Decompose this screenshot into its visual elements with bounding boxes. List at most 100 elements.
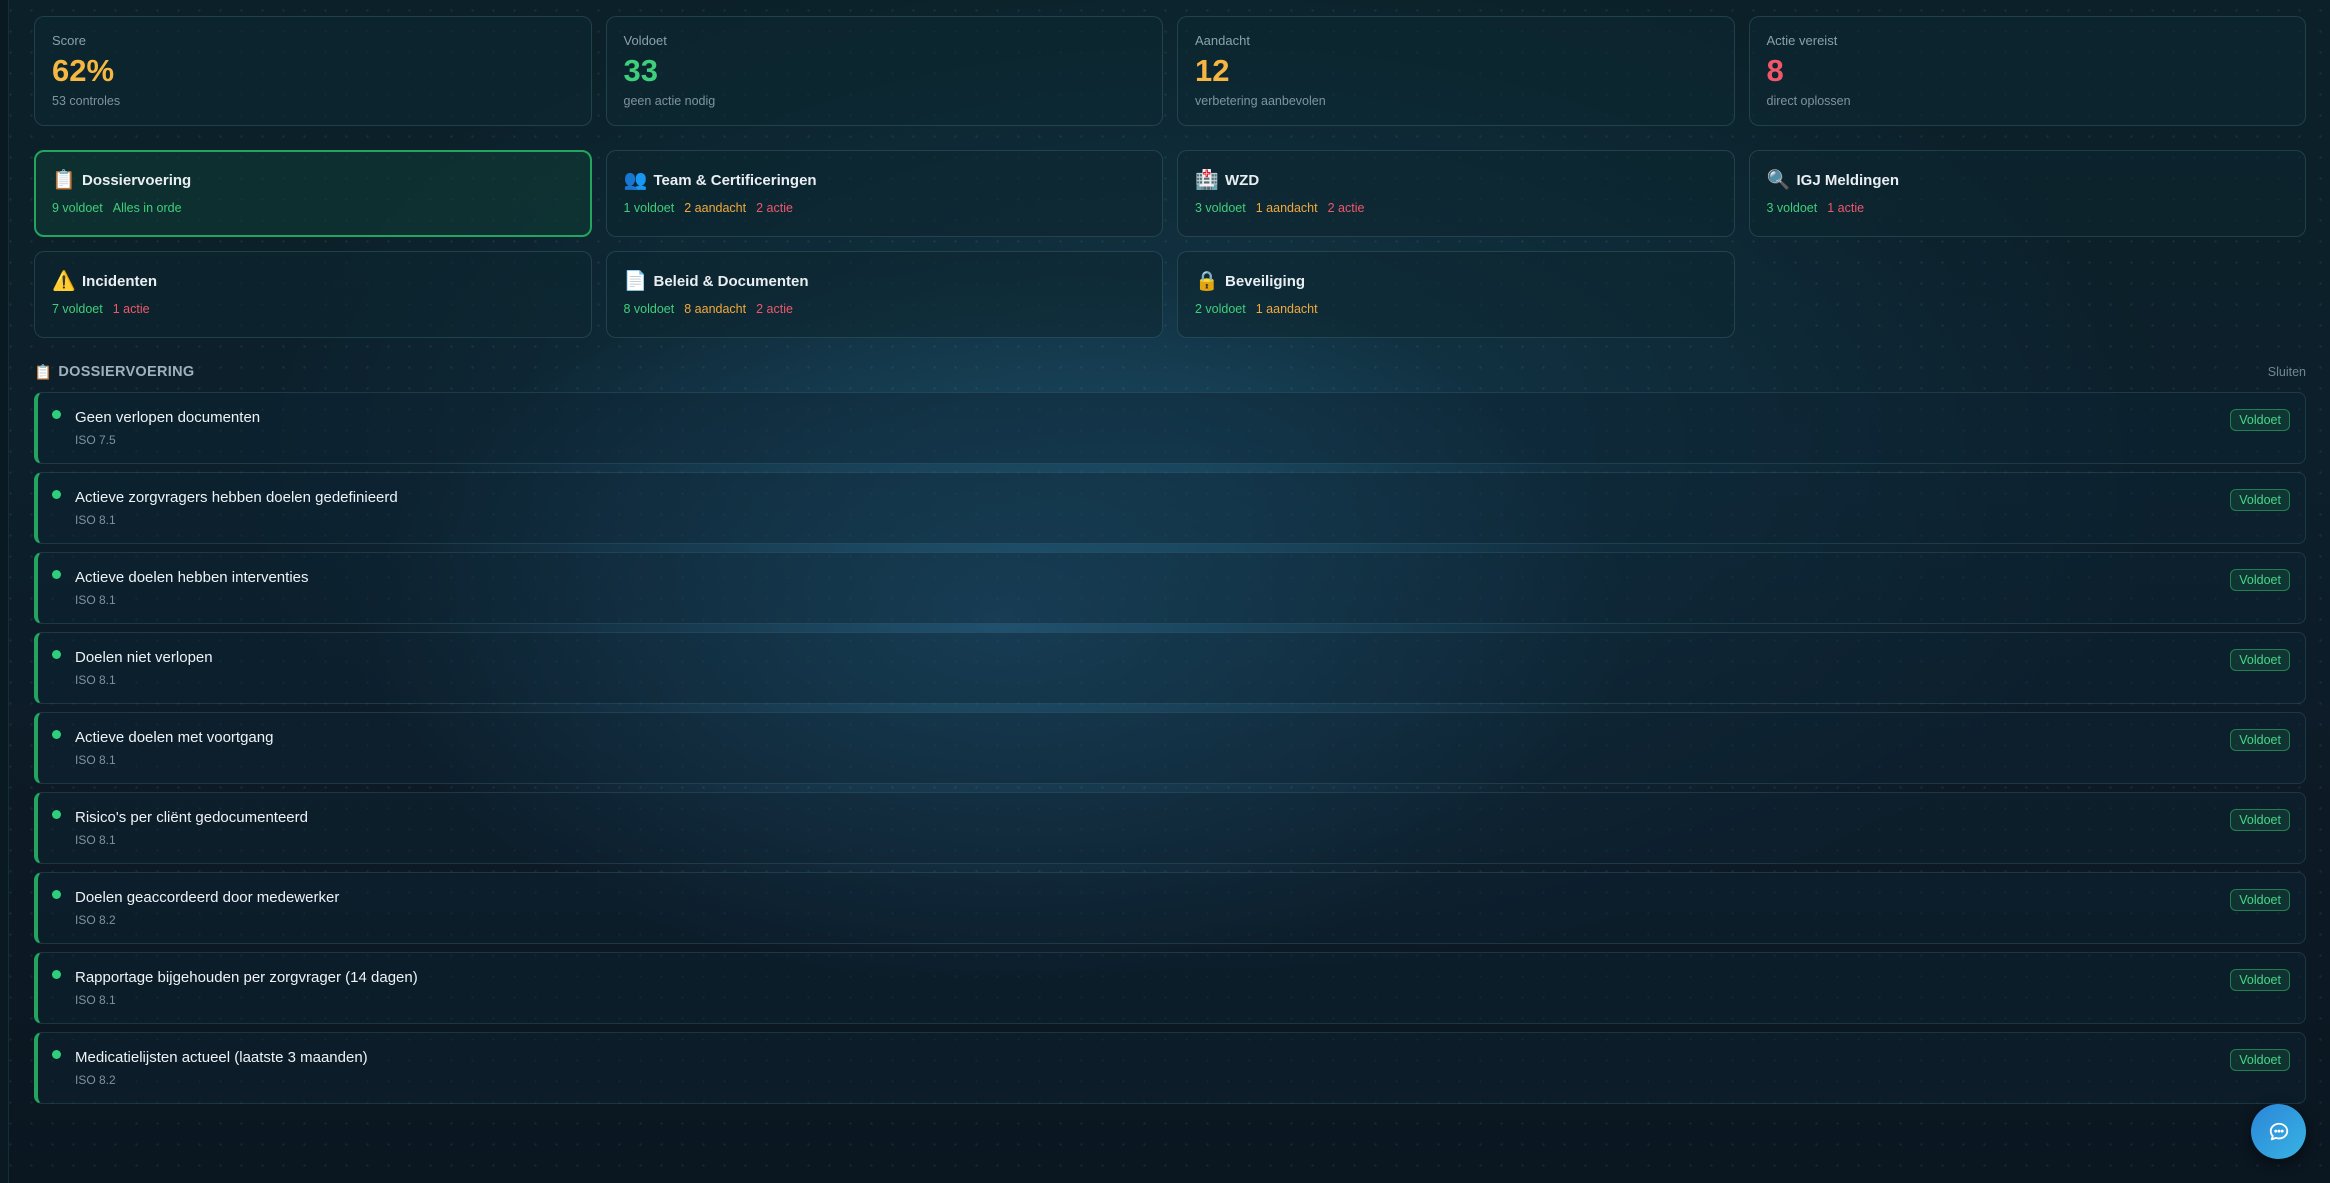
- summary-stats: Score 62% 53 controles Voldoet 33 geen a…: [34, 16, 2306, 126]
- category-card-incidenten[interactable]: ⚠️ Incidenten 7 voldoet 1 actie: [34, 251, 592, 338]
- lock-icon: 🔒: [1195, 271, 1219, 292]
- check-item[interactable]: Actieve doelen hebben interventies ISO 8.…: [34, 552, 2306, 624]
- iso-reference: ISO 8.1: [75, 753, 116, 767]
- category-counts: 8 voldoet 8 aandacht 2 actie: [624, 302, 1146, 316]
- check-item[interactable]: Doelen geaccordeerd door medewerker ISO 8…: [34, 872, 2306, 944]
- stat-subtext: verbetering aanbevolen: [1195, 94, 1326, 109]
- count-voldoet: 3 voldoet: [1766, 201, 1818, 215]
- status-dot: [52, 490, 61, 499]
- category-card-beveiliging[interactable]: 🔒 Beveiliging 2 voldoet 1 aandacht: [1177, 251, 1735, 338]
- document-icon: 📄: [623, 271, 648, 292]
- check-item[interactable]: Rapportage bijgehouden per zorgvrager (1…: [34, 952, 2306, 1024]
- category-cards: 📋 Dossiervoering 9 voldoet Alles in orde 👥 Te…: [34, 150, 2306, 338]
- status-dot: [52, 970, 61, 979]
- section-title-text: DOSSIERVOERING: [58, 364, 195, 380]
- count-actie: 2 actie: [756, 201, 793, 215]
- category-title: Dossiervoering: [82, 172, 192, 189]
- iso-reference: ISO 8.1: [75, 993, 116, 1007]
- close-section-button[interactable]: Sluiten: [2268, 365, 2306, 379]
- category-counts: 2 voldoet 1 aandacht: [1195, 302, 1717, 316]
- stat-label: Voldoet: [623, 33, 667, 48]
- category-counts: 7 voldoet 1 actie: [52, 302, 574, 316]
- stat-value: 12: [1195, 53, 1230, 88]
- iso-reference: ISO 8.1: [75, 673, 116, 687]
- check-title: Actieve doelen met voortgang: [75, 729, 274, 746]
- check-title: Medicatielijsten actueel (laatste 3 maan…: [75, 1049, 368, 1066]
- stat-label: Score: [52, 33, 86, 48]
- iso-reference: ISO 8.1: [75, 833, 116, 847]
- stat-subtext: geen actie nodig: [623, 94, 716, 109]
- status-dot: [52, 730, 61, 739]
- category-title: Team & Certificeringen: [653, 172, 817, 189]
- check-item[interactable]: Risico's per cliënt gedocumenteerd ISO 8.…: [34, 792, 2306, 864]
- stat-label: Actie vereist: [1766, 33, 1838, 48]
- check-title: Geen verlopen documenten: [75, 409, 261, 426]
- category-counts: 9 voldoet Alles in orde: [52, 201, 574, 215]
- sidebar-edge: [0, 0, 9, 1183]
- count-voldoet: 7 voldoet: [52, 302, 103, 316]
- status-badge: Voldoet: [2230, 489, 2290, 511]
- category-title: WZD: [1225, 172, 1260, 189]
- category-card-beleid-documenten[interactable]: 📄 Beleid & Documenten 8 voldoet 8 aandacht 2…: [605, 251, 1163, 338]
- status-badge: Voldoet: [2230, 969, 2290, 991]
- section-title: 📋 DOSSIERVOERING: [34, 364, 194, 381]
- warning-icon: ⚠️: [52, 271, 76, 292]
- category-card-header: ⚠️ Incidenten: [52, 272, 574, 291]
- iso-reference: ISO 8.2: [75, 913, 116, 927]
- category-card-header: 🔒 Beveiliging: [1195, 272, 1717, 291]
- count-voldoet: 2 voldoet: [1195, 302, 1246, 316]
- clipboard-icon: 📋: [34, 364, 53, 381]
- check-item[interactable]: Medicatielijsten actueel (laatste 3 maan…: [34, 1032, 2306, 1104]
- check-item[interactable]: Actieve zorgvragers hebben doelen gedefi…: [34, 472, 2306, 544]
- category-counts: 3 voldoet 1 actie: [1767, 201, 2289, 215]
- chat-button[interactable]: [2251, 1104, 2306, 1159]
- category-card-team-certificeringen[interactable]: 👥 Team & Certificeringen 1 voldoet 2 aandac…: [605, 150, 1163, 237]
- check-title: Actieve doelen hebben interventies: [75, 569, 309, 586]
- count-voldoet: 3 voldoet: [1195, 201, 1246, 215]
- iso-reference: ISO 8.1: [75, 513, 116, 527]
- count-aandacht: 8 aandacht: [684, 302, 747, 316]
- status-dot: [52, 410, 61, 419]
- status-dot: [52, 570, 61, 579]
- check-list: Geen verlopen documenten ISO 7.5 Voldoet Ac…: [34, 392, 2306, 1104]
- category-card-header: 📋 Dossiervoering: [52, 171, 574, 190]
- status-badge: Voldoet: [2230, 569, 2290, 591]
- count-actie: 2 actie: [756, 302, 793, 316]
- category-counts: 3 voldoet 1 aandacht 2 actie: [1195, 201, 1717, 215]
- check-title: Actieve zorgvragers hebben doelen gedefi…: [75, 489, 398, 506]
- check-item[interactable]: Geen verlopen documenten ISO 7.5 Voldoet: [34, 392, 2306, 464]
- category-card-header: 🔍 IGJ Meldingen: [1767, 171, 2289, 190]
- stat-card-score: Score 62% 53 controles: [34, 16, 592, 126]
- check-item[interactable]: Actieve doelen met voortgang ISO 8.1 Voldo…: [34, 712, 2306, 784]
- iso-reference: ISO 7.5: [75, 433, 116, 447]
- category-title: IGJ Meldingen: [1796, 172, 1900, 189]
- count-actie: 2 actie: [1327, 201, 1365, 215]
- clipboard-icon: 📋: [52, 170, 76, 191]
- chat-bubble-icon: [2269, 1122, 2288, 1140]
- count-voldoet: 1 voldoet: [623, 201, 675, 215]
- section-header: 📋 DOSSIERVOERING Sluiten: [34, 360, 2306, 384]
- category-card-igj-meldingen[interactable]: 🔍 IGJ Meldingen 3 voldoet 1 actie: [1748, 150, 2306, 237]
- count-voldoet: 8 voldoet: [623, 302, 675, 316]
- count-actie: 1 actie: [1827, 201, 1865, 215]
- status-badge: Voldoet: [2230, 889, 2290, 911]
- hospital-icon: 🏥: [1195, 170, 1219, 191]
- check-title: Risico's per cliënt gedocumenteerd: [75, 809, 308, 826]
- stat-label: Aandacht: [1195, 33, 1250, 48]
- category-card-dossiervoering[interactable]: 📋 Dossiervoering 9 voldoet Alles in orde: [34, 150, 592, 237]
- category-title: Beleid & Documenten: [653, 273, 809, 290]
- stat-value: 8: [1766, 53, 1784, 88]
- check-title: Doelen niet verlopen: [75, 649, 213, 666]
- iso-reference: ISO 8.1: [75, 593, 116, 607]
- stat-subtext: 53 controles: [52, 94, 121, 109]
- check-title: Rapportage bijgehouden per zorgvrager (1…: [75, 969, 418, 986]
- count-aandacht: 1 aandacht: [1255, 302, 1318, 316]
- check-item[interactable]: Doelen niet verlopen ISO 8.1 Voldoet: [34, 632, 2306, 704]
- check-title: Doelen geaccordeerd door medewerker: [75, 889, 340, 906]
- stat-card-voldoet: Voldoet 33 geen actie nodig: [605, 16, 1163, 126]
- stat-value: 33: [623, 53, 658, 88]
- stat-subtext: direct oplossen: [1766, 94, 1851, 109]
- count-aandacht: 2 aandacht: [684, 201, 747, 215]
- category-card-wzd[interactable]: 🏥 WZD 3 voldoet 1 aandacht 2 actie: [1177, 150, 1735, 237]
- status-badge: Voldoet: [2230, 649, 2290, 671]
